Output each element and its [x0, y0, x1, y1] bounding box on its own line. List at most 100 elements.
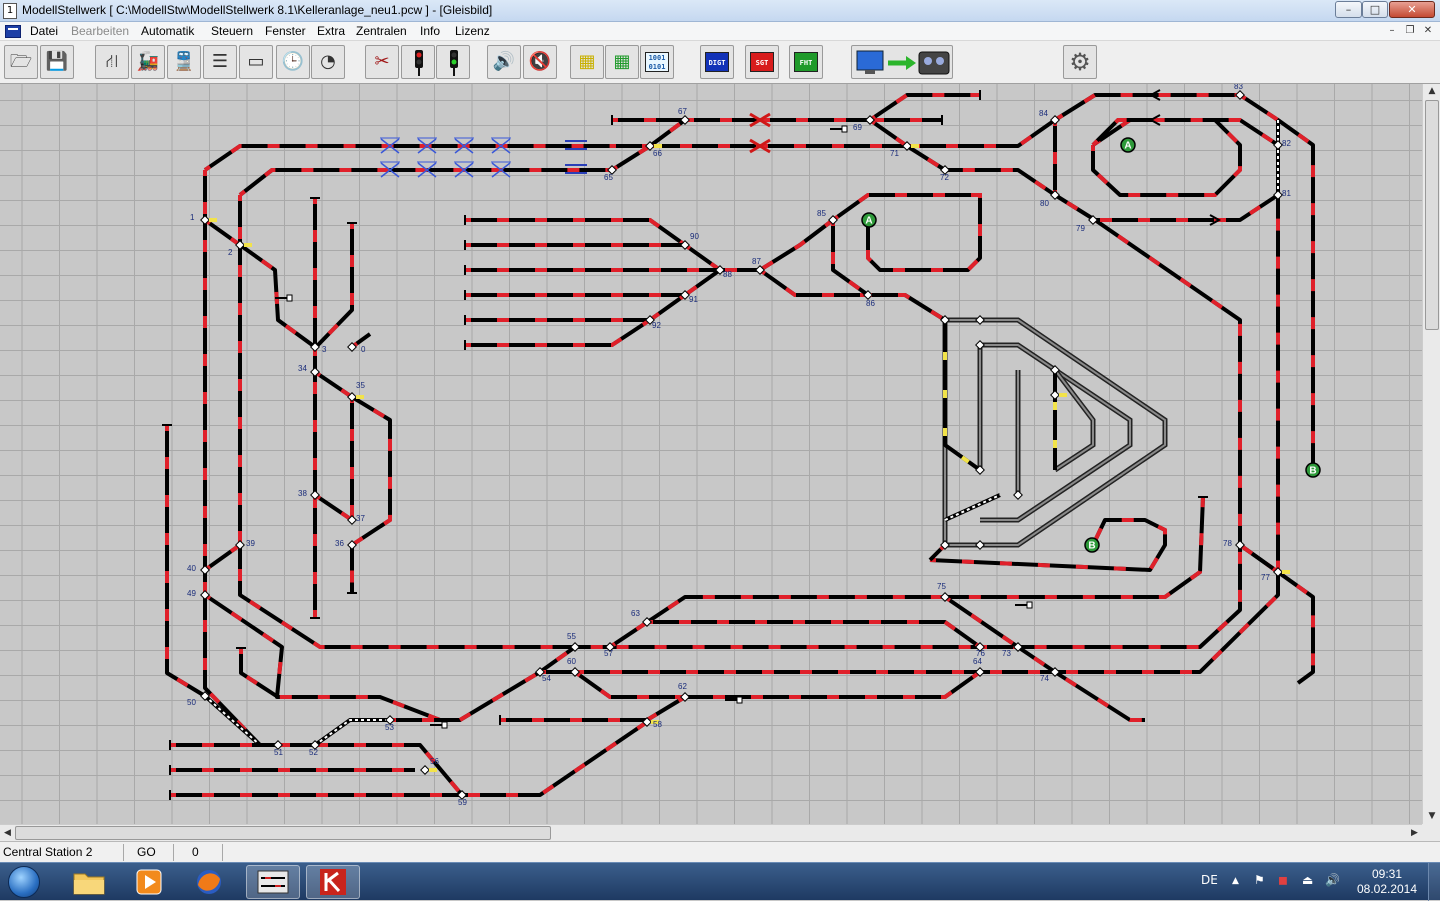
- mdi-minimize-button[interactable]: –: [1384, 25, 1400, 38]
- binary-button[interactable]: 1001 0101: [640, 45, 674, 79]
- menu-lizenz[interactable]: Lizenz: [455, 24, 490, 38]
- clock-icon: 🕒: [281, 51, 305, 72]
- signal-head: [286, 294, 293, 302]
- sound-off-button[interactable]: 🔇: [523, 45, 557, 79]
- vertical-scroll-thumb[interactable]: [1425, 100, 1439, 330]
- safely-remove-icon[interactable]: ⏏: [1302, 873, 1313, 887]
- central-station-connect-icon: [856, 50, 950, 75]
- switch-indicator: [244, 243, 252, 247]
- language-indicator[interactable]: DE: [1201, 873, 1218, 887]
- track-segment: [239, 648, 280, 699]
- block-marker-label: A: [1124, 141, 1131, 152]
- title-bar[interactable]: 1 ModellStellwerk [ C:\ModellStw\ModellS…: [0, 0, 1440, 22]
- window-title: ModellStellwerk [ C:\ModellStw\ModellSte…: [22, 3, 493, 17]
- signal-green-button[interactable]: [436, 45, 470, 79]
- track-occupancy: [465, 293, 687, 322]
- switch-indicator: [356, 395, 364, 399]
- block-marker-label: B: [1309, 466, 1316, 477]
- schedule-yellow-button[interactable]: ▦: [570, 45, 604, 79]
- stop-button[interactable]: SGT: [745, 45, 779, 79]
- track-number-label: 84: [1039, 109, 1048, 118]
- taskbar-media-player[interactable]: [122, 865, 176, 899]
- horizontal-scrollbar[interactable]: ◀ ▶: [0, 824, 1422, 841]
- signal-head: [736, 696, 743, 704]
- track-number-label: 35: [356, 381, 365, 390]
- signal-red-button[interactable]: [401, 45, 435, 79]
- track-editor-button[interactable]: ⛙: [95, 45, 129, 79]
- track-number-label: 87: [752, 257, 761, 266]
- tools-button[interactable]: ✂: [365, 45, 399, 79]
- menu-automatik[interactable]: Automatik: [141, 24, 194, 38]
- minimize-button[interactable]: –: [1335, 1, 1362, 18]
- fahrt-button[interactable]: FHT: [789, 45, 823, 79]
- taskbar-kaspersky[interactable]: [306, 865, 360, 899]
- track-diagram[interactable]: A A B B 0 1 2 3 34 35 36 37 38 39 40 49 50 51 52 53 54 55 56 57…: [0, 84, 1422, 824]
- track-occupancy: [203, 144, 610, 172]
- signal-green-icon: [450, 50, 458, 76]
- menu-info[interactable]: Info: [420, 24, 440, 38]
- track-occupancy: [390, 645, 610, 722]
- show-hidden-icons-icon[interactable]: ▲: [1232, 876, 1239, 886]
- locomotive-button[interactable]: 🚂: [131, 45, 165, 79]
- train-list-button[interactable]: ☰: [203, 45, 237, 79]
- track-number-label: 34: [298, 364, 307, 373]
- track-segment: [500, 695, 740, 722]
- application-window: 1 ModellStellwerk [ C:\ModellStw\ModellS…: [0, 0, 1440, 862]
- menu-zentralen[interactable]: Zentralen: [356, 24, 407, 38]
- mdi-close-button[interactable]: ✕: [1420, 25, 1436, 38]
- track-number-label: 54: [542, 674, 551, 683]
- windows-logo-icon: [8, 866, 40, 898]
- schedule-green-button[interactable]: ▦: [605, 45, 639, 79]
- volume-icon[interactable]: 🔊: [1325, 873, 1340, 887]
- central-station-connect-button[interactable]: [851, 45, 953, 79]
- track-number-label: 67: [678, 107, 687, 116]
- close-button[interactable]: ✕: [1389, 1, 1435, 18]
- settings-button[interactable]: ⚙: [1063, 45, 1097, 79]
- track-layout[interactable]: A A B B 0 1 2 3 34 35 36 37 38 39 40 49 50 51 52 53 54 55 56 57…: [0, 84, 1422, 824]
- speedometer-button[interactable]: ◔: [311, 45, 345, 79]
- scroll-right-icon[interactable]: ▶: [1407, 825, 1422, 842]
- scroll-up-icon[interactable]: ▲: [1423, 84, 1440, 99]
- clock-button[interactable]: 🕒: [276, 45, 310, 79]
- track-number-label: 1: [190, 213, 195, 222]
- menu-extra[interactable]: Extra: [317, 24, 345, 38]
- sound-off-icon: 🔇: [528, 51, 552, 72]
- schedule-yellow-icon: ▦: [578, 51, 596, 72]
- taskbar-modellstellwerk[interactable]: [246, 865, 300, 899]
- control-panel-button[interactable]: ▭: [239, 45, 273, 79]
- track-segment: [868, 93, 980, 122]
- mdi-restore-button[interactable]: ❐: [1402, 25, 1418, 38]
- menu-steuern[interactable]: Steuern: [211, 24, 253, 38]
- show-desktop-button[interactable]: [1428, 863, 1440, 901]
- system-clock[interactable]: 09:31 08.02.2014: [1352, 867, 1422, 897]
- taskbar-firefox[interactable]: [182, 865, 236, 899]
- vertical-scrollbar[interactable]: ▲ ▼: [1422, 84, 1440, 824]
- track-occupancy: [868, 118, 1280, 222]
- maximize-button[interactable]: □: [1362, 1, 1388, 18]
- document-icon[interactable]: [5, 25, 21, 38]
- taskbar-explorer[interactable]: [62, 865, 116, 899]
- kaspersky-tray-icon[interactable]: ◼: [1278, 873, 1288, 887]
- menu-bearbeiten[interactable]: Bearbeiten: [71, 24, 129, 38]
- menu-datei[interactable]: Datei: [30, 24, 58, 38]
- menu-fenster[interactable]: Fenster: [265, 24, 306, 38]
- save-button[interactable]: 💾: [40, 45, 74, 79]
- track-number-label: 40: [187, 564, 196, 573]
- train-button[interactable]: 🚆: [167, 45, 201, 79]
- switch-point: [420, 765, 430, 775]
- track-number-label: 66: [653, 149, 662, 158]
- open-button[interactable]: 🗁: [4, 45, 38, 79]
- horizontal-scroll-thumb[interactable]: [15, 826, 551, 840]
- kaspersky-icon: [320, 869, 346, 895]
- firefox-icon: [197, 870, 221, 894]
- digital-button[interactable]: DIGT: [700, 45, 734, 79]
- scroll-left-icon[interactable]: ◀: [0, 825, 15, 842]
- start-button[interactable]: [4, 864, 46, 900]
- sound-on-button[interactable]: 🔊: [487, 45, 521, 79]
- action-center-flag-icon[interactable]: ⚑: [1254, 873, 1265, 887]
- clock-time: 09:31: [1371, 867, 1403, 881]
- scroll-down-icon[interactable]: ▼: [1423, 809, 1440, 824]
- speedometer-icon: ◔: [320, 51, 336, 72]
- track-occupancy: [238, 168, 610, 197]
- app-icon[interactable]: 1: [3, 3, 17, 19]
